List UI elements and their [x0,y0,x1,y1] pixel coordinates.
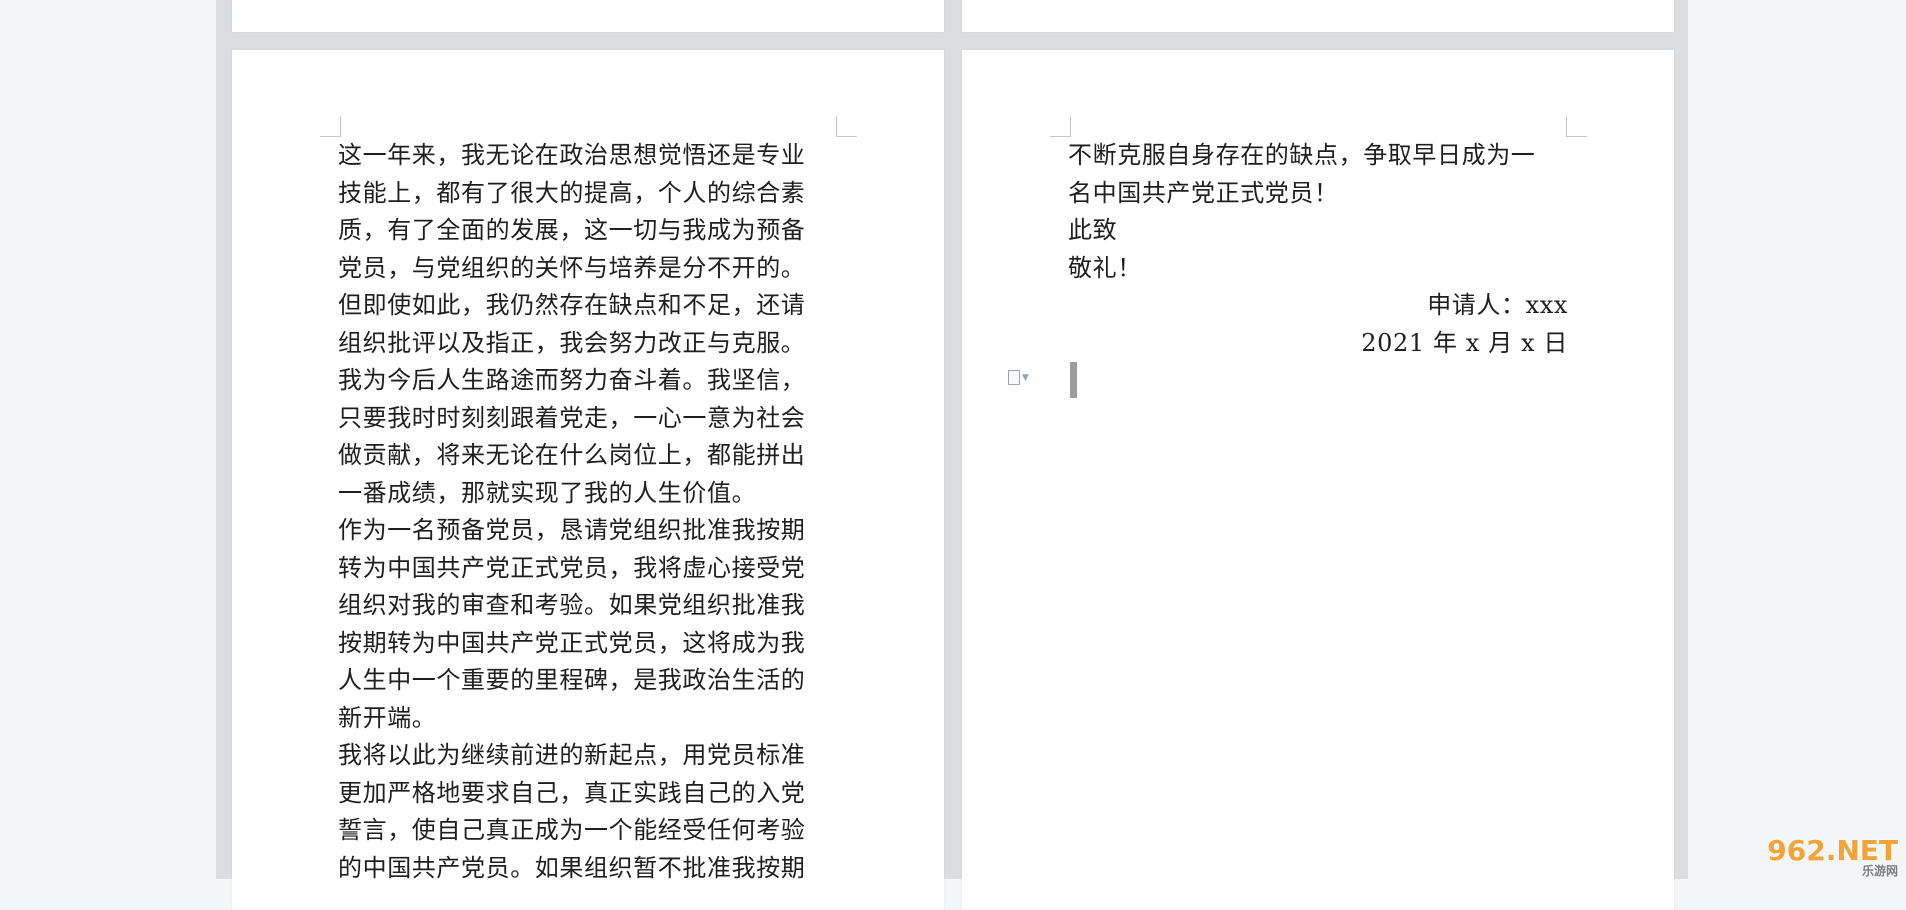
text-cursor [1070,362,1077,398]
text-line: 敬礼！ [1068,253,1142,282]
document-page-left[interactable]: 这一年来，我无论在政治思想觉悟还是专业 技能上，都有了很大的提高，个人的综合素 … [232,50,944,910]
text-line: 名中国共产党正式党员！ [1068,178,1339,207]
body-text-left[interactable]: 这一年来，我无论在政治思想觉悟还是专业 技能上，都有了很大的提高，个人的综合素 … [338,137,805,887]
text-line: 我为今后人生路途而努力奋斗着。我坚信， [338,366,806,394]
document-workspace: 这一年来，我无论在政治思想觉悟还是专业 技能上，都有了很大的提高，个人的综合素 … [0,0,1906,910]
text-line: 的中国共产党员。如果组织暂不批准我按期 [338,853,806,882]
signature-line: 申请人：xxx [1427,291,1568,319]
text-line: 此致 [1068,216,1118,244]
watermark-brand: 962.NET [1767,834,1898,867]
text-line: 作为一名预备党员，恳请党组织批准我按期 [338,516,806,544]
text-line: 党员，与党组织的关怀与培养是分不开的。 [338,253,806,282]
document-icon[interactable]: ▼ [1008,369,1038,387]
text-line: 技能上，都有了很大的提高，个人的综合素 [338,178,806,207]
text-line: 更加严格地要求自己，真正实践自己的入党 [338,778,806,807]
date-line: 2021 年 x 月 x 日 [1361,328,1568,357]
margin-corner-top-right [836,116,857,137]
margin-corner-top-right [1566,116,1587,137]
text-line: 只要我时时刻刻跟着党走，一心一意为社会 [338,403,806,432]
text-line: 人生中一个重要的里程碑，是我政治生活的 [338,666,806,694]
watermark-subtitle: 乐游网 [1861,864,1898,878]
text-line: 但即使如此，我仍然存在缺点和不足，还请 [338,291,806,319]
previous-page-right [962,0,1674,32]
text-line: 组织批评以及指正，我会努力改正与克服。 [338,328,806,357]
text-line: 按期转为中国共产党正式党员，这将成为我 [338,628,806,657]
text-line: 我将以此为继续前进的新起点，用党员标准 [338,741,806,769]
text-line: 新开端。 [338,703,437,732]
previous-page-left [232,0,944,32]
body-text-right[interactable]: 不断克服自身存在的缺点，争取早日成为一 名中国共产党正式党员！ 此致 敬礼！ 申… [1068,137,1568,362]
margin-corner-top-left [320,116,341,137]
document-page-right[interactable]: 不断克服自身存在的缺点，争取早日成为一 名中国共产党正式党员！ 此致 敬礼！ 申… [962,50,1674,910]
text-line: 组织对我的审查和考验。如果党组织批准我 [338,591,806,619]
text-line: 转为中国共产党正式党员，我将虚心接受党 [338,553,806,582]
text-line: 质，有了全面的发展，这一切与我成为预备 [338,216,806,244]
text-line: 做贡献，将来无论在什么岗位上，都能拼出 [338,441,806,469]
text-line: 这一年来，我无论在政治思想觉悟还是专业 [338,141,806,169]
document-sheet-icon [1008,370,1020,385]
text-line: 一番成绩，那就实现了我的人生价值。 [338,478,757,507]
text-line: 不断克服自身存在的缺点，争取早日成为一 [1068,141,1536,169]
site-watermark: 962.NET 乐游网 [1758,834,1898,878]
text-line: 誓言，使自己真正成为一个能经受任何考验 [338,816,806,844]
chevron-down-icon: ▼ [1022,373,1029,383]
margin-corner-top-left [1050,116,1071,137]
